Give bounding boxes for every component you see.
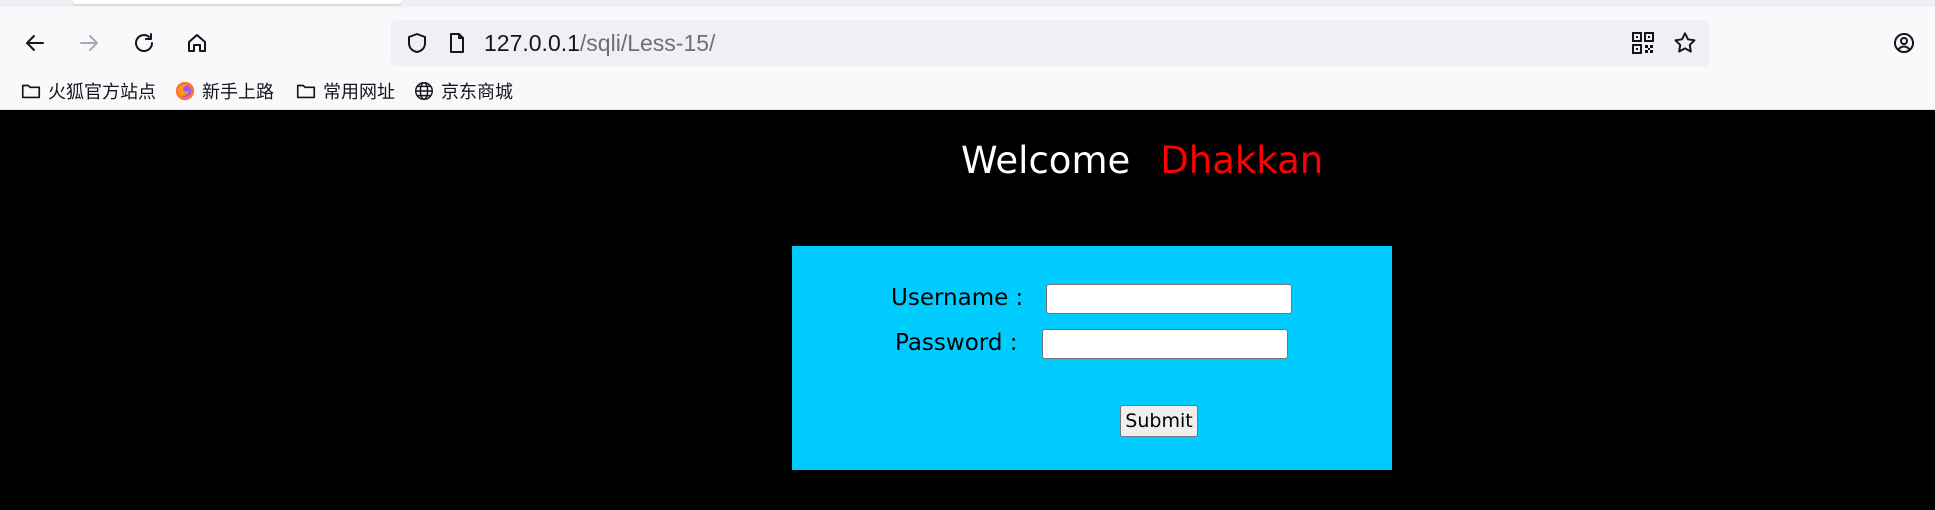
shield-icon[interactable]: [405, 31, 429, 55]
welcome-name: Dhakkan: [1160, 139, 1324, 182]
submit-button[interactable]: Submit: [1120, 405, 1198, 437]
active-tab[interactable]: [72, 0, 402, 4]
bookmark-getting-started[interactable]: 新手上路: [174, 78, 274, 104]
welcome-heading: Welcome Dhakkan: [961, 138, 1323, 184]
account-icon: [1894, 33, 1914, 53]
bookmark-label: 火狐官方站点: [48, 82, 156, 103]
folder-icon: [296, 84, 316, 99]
folder-icon: [21, 84, 41, 99]
home-icon: [188, 34, 206, 52]
back-icon: [26, 35, 44, 51]
login-form: Username : Password : Submit: [792, 246, 1392, 470]
url-host: 127.0.0.1: [484, 30, 580, 56]
welcome-word: Welcome: [961, 139, 1131, 182]
forward-icon: [80, 35, 98, 51]
bookmark-label: 新手上路: [202, 82, 274, 103]
forward-button[interactable]: [70, 24, 108, 62]
bookmark-label: 京东商城: [441, 82, 513, 103]
password-input[interactable]: [1042, 329, 1288, 359]
bookmark-jd-mall[interactable]: 京东商城: [413, 78, 513, 104]
url-path: /sqli/Less-15/: [579, 30, 716, 56]
back-button[interactable]: [16, 24, 54, 62]
bookmark-label: 常用网址: [323, 82, 395, 103]
globe-icon: [415, 82, 433, 100]
url-text[interactable]: 127.0.0.1/sqli/Less-15/: [484, 30, 715, 56]
reload-icon: [135, 33, 154, 52]
page-icon[interactable]: [445, 31, 469, 55]
qr-code-icon[interactable]: [1631, 31, 1655, 55]
bookmark-firefox-official[interactable]: 火狐官方站点: [20, 78, 156, 104]
address-bar[interactable]: 127.0.0.1/sqli/Less-15/: [391, 20, 1710, 66]
password-label: Password :: [895, 330, 1018, 356]
username-label: Username :: [891, 285, 1024, 311]
bookmarks-toolbar: 火狐官方站点 新手上路 常用网址 京东商城: [0, 71, 1935, 110]
account-button[interactable]: [1885, 24, 1923, 62]
home-button[interactable]: [178, 24, 216, 62]
username-input[interactable]: [1046, 284, 1292, 314]
star-icon[interactable]: [1672, 30, 1698, 56]
firefox-icon: [175, 81, 195, 101]
navigation-toolbar: 127.0.0.1/sqli/Less-15/: [0, 7, 1935, 71]
bookmark-common-sites[interactable]: 常用网址: [295, 78, 395, 104]
reload-button[interactable]: [125, 24, 163, 62]
